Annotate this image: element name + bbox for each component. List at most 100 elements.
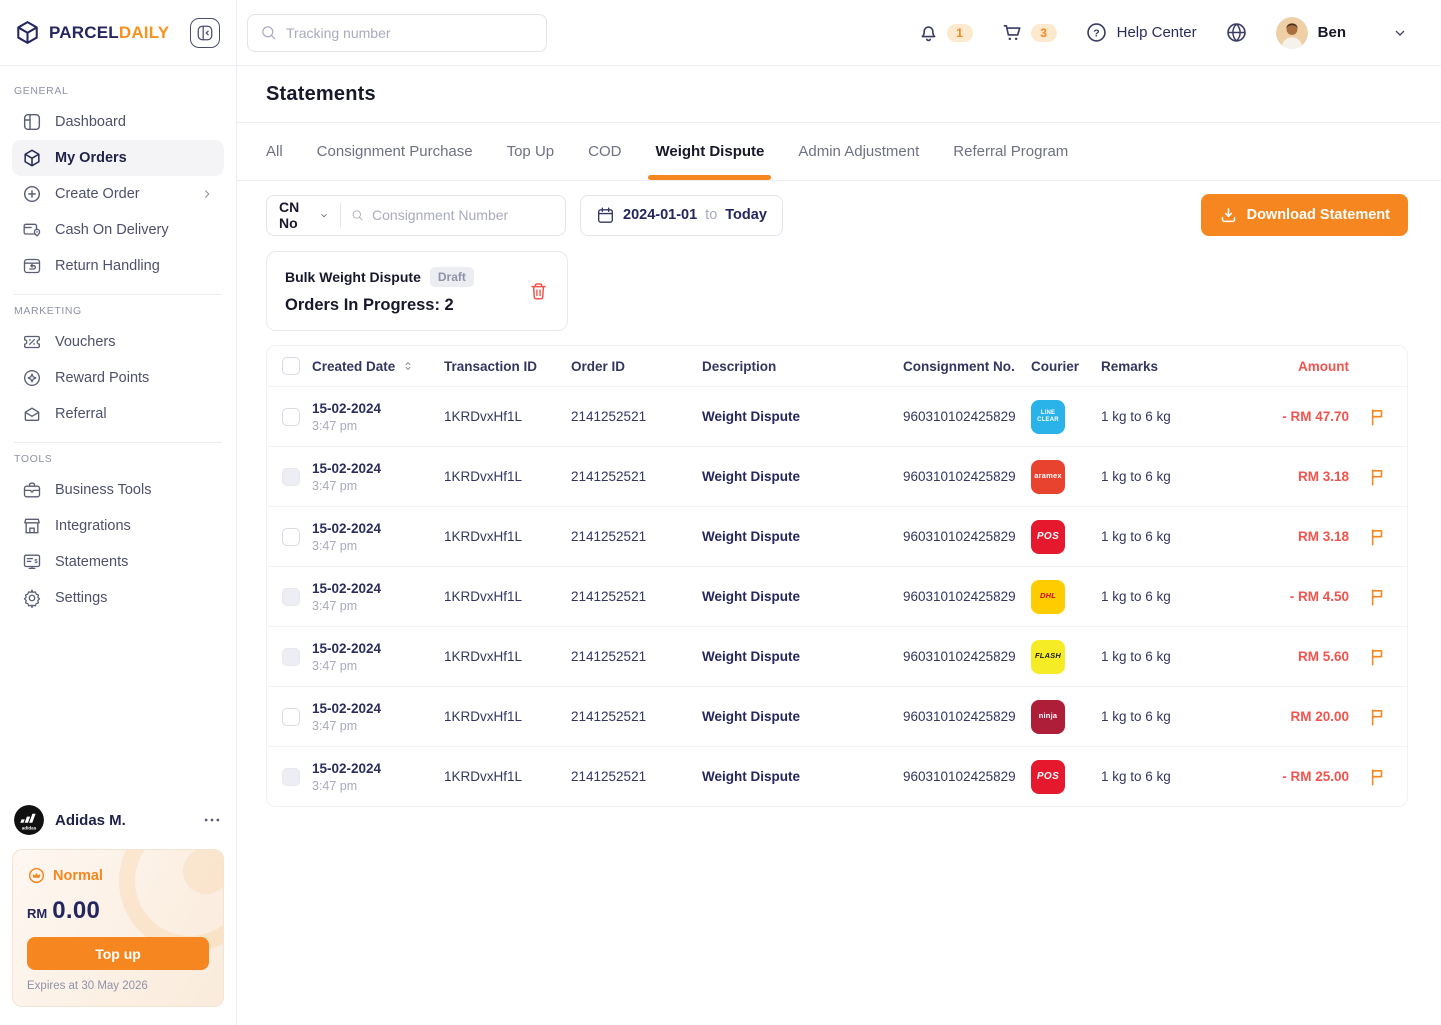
page-title: Statements xyxy=(266,82,376,105)
tab-cod[interactable]: COD xyxy=(571,123,638,180)
description-cell: Weight Dispute xyxy=(702,589,801,604)
bulk-weight-dispute-card[interactable]: Bulk Weight Dispute Draft Orders In Prog… xyxy=(266,251,568,331)
user-avatar xyxy=(1275,16,1308,49)
statement-document-icon xyxy=(23,554,41,569)
flag-icon[interactable] xyxy=(1368,587,1388,607)
flag-icon[interactable] xyxy=(1368,467,1388,487)
user-menu[interactable]: Ben xyxy=(1275,16,1408,49)
table-header-row: Created Date Transaction ID Order ID Des… xyxy=(267,346,1407,386)
language-button[interactable] xyxy=(1225,21,1248,44)
tracking-search-input[interactable] xyxy=(286,24,534,41)
cart-button[interactable]: 3 xyxy=(1001,21,1057,44)
header-consignment-no: Consignment No. xyxy=(903,358,1015,374)
tab-weight-dispute[interactable]: Weight Dispute xyxy=(638,123,781,180)
nav-section-marketing: MARKETING xyxy=(14,305,82,317)
sidebar-item-my-orders[interactable]: My Orders xyxy=(12,140,224,176)
consignment-no-cell: 960310102425829 xyxy=(903,409,1016,424)
row-checkbox[interactable] xyxy=(282,587,300,606)
wallet-expiry: Expires at 30 May 2026 xyxy=(27,980,148,992)
amount-cell: RM 3.18 xyxy=(1297,469,1349,484)
brand-logo[interactable]: PARCELDAILY xyxy=(14,19,169,46)
select-all-checkbox[interactable] xyxy=(282,357,300,375)
flag-icon[interactable] xyxy=(1368,707,1388,727)
created-date-cell: 15-02-2024 3:47 pm xyxy=(312,640,382,673)
header-created-date[interactable]: Created Date xyxy=(312,359,444,374)
sidebar-item-vouchers[interactable]: Vouchers xyxy=(12,324,224,360)
sidebar-item-return-handling[interactable]: Return Handling xyxy=(12,248,224,284)
tracking-search[interactable] xyxy=(247,13,547,52)
row-checkbox[interactable] xyxy=(282,407,300,426)
trash-icon[interactable] xyxy=(528,281,549,302)
reward-star-icon xyxy=(23,369,40,387)
tab-consignment-purchase[interactable]: Consignment Purchase xyxy=(300,123,490,180)
created-date-cell: 15-02-2024 3:47 pm xyxy=(312,580,382,613)
flag-icon[interactable] xyxy=(1368,767,1388,787)
tab-top-up[interactable]: Top Up xyxy=(490,123,572,180)
svg-text:adidas: adidas xyxy=(22,825,37,830)
remarks-cell: 1 kg to 6 kg xyxy=(1101,469,1171,484)
sidebar-item-settings[interactable]: Settings xyxy=(12,580,224,616)
date-range-picker[interactable]: 2024-01-01 to Today xyxy=(580,194,783,236)
more-options-icon[interactable] xyxy=(202,810,222,830)
row-checkbox[interactable] xyxy=(282,767,300,786)
remarks-cell: 1 kg to 6 kg xyxy=(1101,409,1171,424)
merchant-avatar[interactable]: adidas xyxy=(14,805,44,835)
consignment-number-input[interactable] xyxy=(372,207,554,223)
plus-circle-icon xyxy=(23,185,41,203)
tab-referral-program[interactable]: Referral Program xyxy=(936,123,1085,180)
globe-icon xyxy=(1226,23,1246,42)
header-courier: Courier xyxy=(1031,358,1080,374)
sidebar-item-cash-on-delivery[interactable]: Cash On Delivery xyxy=(12,212,224,248)
flag-icon[interactable] xyxy=(1368,647,1388,667)
chevron-right-icon xyxy=(205,190,210,198)
adidas-logo-icon: adidas xyxy=(14,805,44,835)
flag-icon[interactable] xyxy=(1368,527,1388,547)
gear-icon xyxy=(23,589,41,608)
table-row: 15-02-2024 3:47 pm 1KRDvxHf1L 2141252521… xyxy=(267,746,1407,806)
sidebar-nav: GENERAL Dashboard My Orders Create Order… xyxy=(0,66,236,805)
sidebar-item-integrations[interactable]: Integrations xyxy=(12,508,224,544)
amount-cell: - RM 25.00 xyxy=(1282,769,1349,784)
table-row: 15-02-2024 3:47 pm 1KRDvxHf1L 2141252521… xyxy=(267,386,1407,446)
help-center-button[interactable]: Help Center xyxy=(1085,21,1197,44)
voucher-ticket-icon xyxy=(23,335,41,349)
description-cell: Weight Dispute xyxy=(702,529,801,544)
flag-icon[interactable] xyxy=(1368,407,1388,427)
consignment-no-cell: 960310102425829 xyxy=(903,589,1016,604)
sidebar-item-reward-points[interactable]: Reward Points xyxy=(12,360,224,396)
calendar-icon xyxy=(598,207,613,223)
order-id-cell: 2141252521 xyxy=(571,769,647,784)
search-icon xyxy=(262,26,276,40)
sidebar-item-statements[interactable]: Statements xyxy=(12,544,224,580)
chevron-down-icon xyxy=(1395,30,1405,36)
consignment-no-cell: 960310102425829 xyxy=(903,529,1016,544)
order-id-cell: 2141252521 xyxy=(571,529,647,544)
notifications-button[interactable]: 1 xyxy=(917,21,973,44)
top-up-button[interactable]: Top up xyxy=(27,937,209,970)
sidebar-collapse-button[interactable] xyxy=(190,17,220,48)
sidebar-item-create-order[interactable]: Create Order xyxy=(12,176,224,212)
transaction-id-cell: 1KRDvxHf1L xyxy=(444,649,523,664)
tab-all[interactable]: All xyxy=(249,123,300,180)
crown-badge-icon xyxy=(28,867,45,884)
cn-type-dropdown[interactable]: CN No xyxy=(279,199,329,231)
sidebar-item-business-tools[interactable]: Business Tools xyxy=(12,472,224,508)
row-checkbox[interactable] xyxy=(282,707,300,726)
remarks-cell: 1 kg to 6 kg xyxy=(1101,709,1171,724)
row-checkbox[interactable] xyxy=(282,467,300,486)
topbar: 1 3 Help Center xyxy=(237,0,1441,66)
header-description: Description xyxy=(702,358,777,374)
page-header: Statements xyxy=(237,66,1441,123)
sidebar: PARCELDAILY GENERAL Dashboard My Orders … xyxy=(0,0,237,1025)
row-checkbox[interactable] xyxy=(282,647,300,666)
row-checkbox[interactable] xyxy=(282,527,300,546)
sort-icon[interactable] xyxy=(401,359,415,373)
tab-admin-adjustment[interactable]: Admin Adjustment xyxy=(781,123,936,180)
download-statement-button[interactable]: Download Statement xyxy=(1200,194,1408,236)
amount-cell: RM 3.18 xyxy=(1297,529,1349,544)
sidebar-item-referral[interactable]: Referral xyxy=(12,396,224,432)
box-icon xyxy=(24,149,40,167)
consignment-search-group: CN No xyxy=(266,194,566,236)
sidebar-item-dashboard[interactable]: Dashboard xyxy=(12,104,224,140)
created-date-cell: 15-02-2024 3:47 pm xyxy=(312,460,382,493)
